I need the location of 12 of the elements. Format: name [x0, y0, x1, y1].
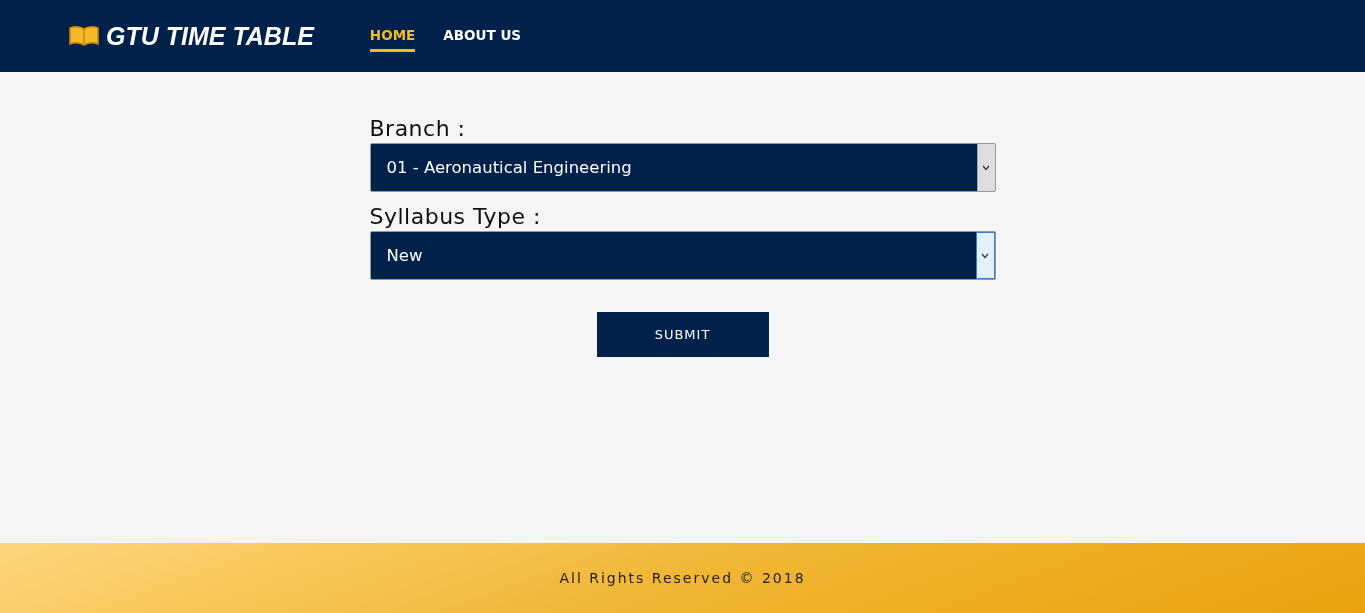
- copyright-text: All Rights Reserved © 2018: [559, 570, 806, 586]
- site-logo[interactable]: GTU TIME TABLE: [106, 21, 314, 51]
- caret-icon: [981, 252, 989, 259]
- nav-link[interactable]: HOME: [369, 20, 416, 52]
- dropdown[interactable]: 01 - Aeronautical Engineering: [369, 143, 996, 192]
- field-label: Branch :: [369, 116, 467, 141]
- nav-link[interactable]: ABOUT US: [443, 20, 522, 52]
- dropdown[interactable]: New: [369, 231, 996, 280]
- book-icon: [68, 25, 100, 47]
- caret-icon: [982, 164, 990, 171]
- submit-button[interactable]: SUBMIT: [596, 312, 769, 357]
- field-label: Syllabus Type :: [369, 204, 542, 229]
